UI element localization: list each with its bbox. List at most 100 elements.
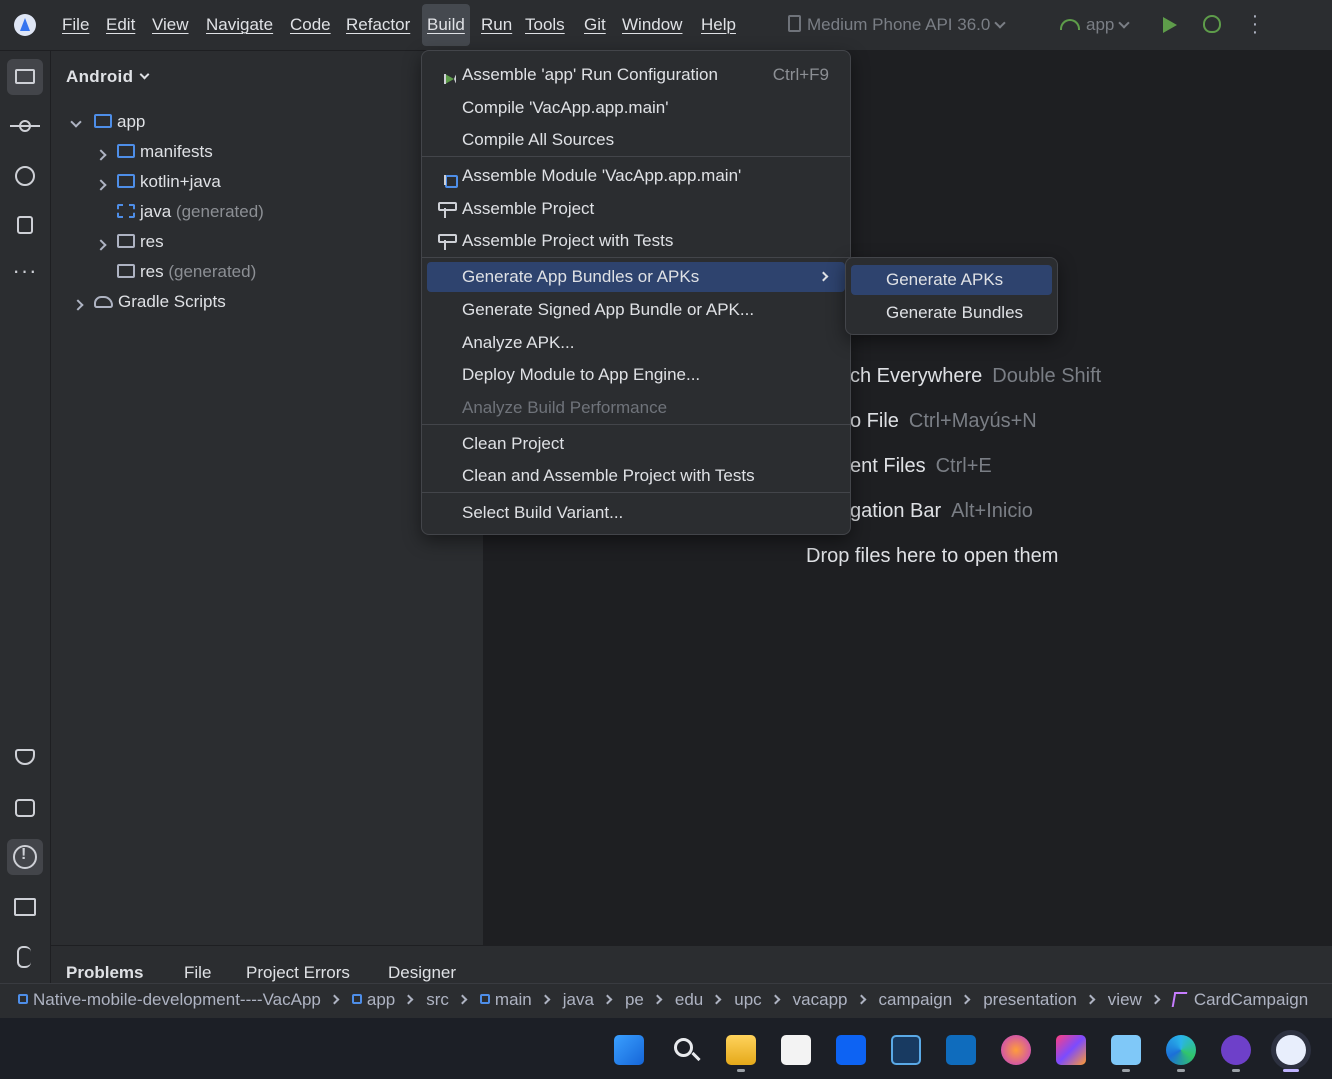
tree-node-gradle-scripts[interactable]: Gradle Scripts: [72, 292, 226, 322]
menu-item-generate-app-bundles-or-apks[interactable]: Generate App Bundles or APKs: [427, 262, 845, 292]
menu-git[interactable]: Git: [584, 15, 606, 35]
phone-icon: [788, 15, 801, 32]
tree-node-suffix: (generated): [175, 202, 264, 221]
submenu-item-generate-bundles[interactable]: Generate Bundles: [851, 298, 1052, 328]
run-icon[interactable]: [1163, 17, 1177, 33]
breadcrumb-item[interactable]: edu: [675, 990, 703, 1010]
structure-icon[interactable]: [7, 208, 43, 244]
virtualbox-icon[interactable]: [891, 1035, 921, 1065]
menu-item-analyze-apk[interactable]: Analyze APK...: [427, 328, 845, 358]
menu-item-assemble-app-run-config[interactable]: Assemble 'app' Run Configuration Ctrl+F9: [427, 60, 845, 90]
menu-item-deploy-app-engine[interactable]: Deploy Module to App Engine...: [427, 360, 845, 390]
hint-navigation-bar: gation Bar Alt+Inicio: [850, 500, 1033, 523]
device-label: Medium Phone API 36.0: [807, 15, 991, 34]
run-configuration-selector[interactable]: app: [1060, 15, 1131, 35]
problems-icon[interactable]: [7, 839, 43, 875]
menu-tools[interactable]: Tools: [525, 15, 565, 35]
github-desktop-icon[interactable]: [1221, 1035, 1251, 1072]
search-icon[interactable]: [671, 1035, 701, 1065]
device-selector[interactable]: Medium Phone API 36.0: [788, 15, 1007, 35]
tree-node-label: java: [140, 202, 172, 221]
chevron-right-icon[interactable]: [72, 299, 84, 311]
version-control-icon[interactable]: [7, 939, 43, 975]
tab-project-errors[interactable]: Project Errors: [246, 963, 350, 983]
menu-help[interactable]: Help: [701, 15, 736, 35]
breadcrumb-item[interactable]: vacapp: [793, 990, 848, 1010]
breadcrumb-item[interactable]: campaign: [879, 990, 953, 1010]
menu-edit[interactable]: Edit: [106, 15, 135, 35]
project-view-selector[interactable]: Android: [66, 67, 150, 87]
menu-item-compile-app-main[interactable]: Compile 'VacApp.app.main': [427, 93, 845, 123]
project-folder-icon[interactable]: [7, 59, 43, 95]
android-studio-logo-icon[interactable]: [14, 14, 36, 36]
notepad-icon[interactable]: [1111, 1035, 1141, 1072]
menu-view[interactable]: View: [152, 15, 189, 35]
breadcrumb-item[interactable]: src: [426, 990, 449, 1010]
build-dropdown-menu: Assemble 'app' Run Configuration Ctrl+F9 …: [421, 50, 851, 535]
menu-item-clean-and-assemble[interactable]: Clean and Assemble Project with Tests: [427, 461, 845, 491]
dropbox-icon[interactable]: [836, 1035, 866, 1065]
terminal-icon[interactable]: [7, 889, 43, 925]
windows-start-icon[interactable]: [614, 1035, 644, 1065]
menu-item-generate-signed-bundle[interactable]: Generate Signed App Bundle or APK...: [427, 295, 845, 325]
submenu-item-generate-apks[interactable]: Generate APKs: [851, 265, 1052, 295]
menu-file[interactable]: File: [62, 15, 89, 35]
chevron-right-icon[interactable]: [95, 179, 107, 191]
firefox-developer-icon[interactable]: [1001, 1035, 1031, 1065]
chevron-down-icon[interactable]: [70, 116, 82, 128]
menu-item-assemble-module[interactable]: Assemble Module 'VacApp.app.main': [427, 161, 845, 191]
more-tools-icon[interactable]: ···: [7, 258, 43, 294]
breadcrumb-item[interactable]: CardCampaign: [1171, 990, 1308, 1010]
tree-node-kotlin-java[interactable]: kotlin+java: [95, 172, 221, 202]
tree-node-label: app: [117, 112, 146, 131]
gemini-icon[interactable]: [7, 739, 43, 775]
resource-manager-icon[interactable]: [7, 158, 43, 194]
microsoft-store-icon[interactable]: [781, 1035, 811, 1065]
menu-build[interactable]: Build: [422, 4, 470, 46]
menu-separator: [422, 257, 850, 258]
breadcrumb-item[interactable]: main: [479, 990, 532, 1010]
breadcrumb-item[interactable]: upc: [734, 990, 761, 1010]
chevron-right-icon[interactable]: [95, 149, 107, 161]
project-view-label: Android: [66, 67, 134, 86]
tree-node-app[interactable]: app: [70, 112, 146, 142]
edge-icon[interactable]: [1166, 1035, 1196, 1072]
tab-file[interactable]: File: [184, 963, 211, 983]
menu-item-compile-all-sources[interactable]: Compile All Sources: [427, 125, 845, 155]
tree-node-java-generated[interactable]: java (generated): [117, 202, 264, 232]
menu-separator: [422, 424, 850, 425]
more-vertical-icon[interactable]: · · ·: [1246, 6, 1264, 42]
tab-problems[interactable]: Problems: [66, 963, 143, 983]
commit-icon[interactable]: [7, 108, 43, 144]
chevron-right-icon[interactable]: [95, 239, 107, 251]
android-studio-icon[interactable]: [1276, 1035, 1306, 1072]
menu-navigate[interactable]: Navigate: [206, 15, 273, 35]
menu-item-assemble-project[interactable]: Assemble Project: [427, 194, 845, 224]
tab-designer[interactable]: Designer: [388, 963, 456, 983]
breadcrumb-item[interactable]: view: [1108, 990, 1142, 1010]
menu-item-assemble-project-with-tests[interactable]: Assemble Project with Tests: [427, 226, 845, 256]
breadcrumb-item[interactable]: presentation: [983, 990, 1077, 1010]
breadcrumb-item[interactable]: pe: [625, 990, 644, 1010]
menu-item-clean-project[interactable]: Clean Project: [427, 429, 845, 459]
file-explorer-icon[interactable]: [726, 1035, 756, 1072]
tree-node-label: manifests: [140, 142, 213, 161]
jetbrains-toolbox-icon[interactable]: [1056, 1035, 1086, 1065]
tree-node-res-generated[interactable]: res (generated): [117, 262, 256, 292]
breadcrumb-item[interactable]: app: [351, 990, 395, 1010]
menu-item-select-build-variant[interactable]: Select Build Variant...: [427, 498, 845, 528]
debug-icon[interactable]: [1203, 15, 1221, 33]
tree-node-label: res: [140, 262, 164, 281]
outlook-icon[interactable]: [946, 1035, 976, 1065]
tree-node-res[interactable]: res: [95, 232, 164, 262]
hint-search-everywhere: ch Everywhere Double Shift: [850, 365, 1101, 388]
menu-run[interactable]: Run: [481, 15, 512, 35]
breadcrumb-item[interactable]: java: [563, 990, 594, 1010]
hammer-icon: [437, 200, 457, 218]
tree-node-manifests[interactable]: manifests: [95, 142, 213, 172]
menu-window[interactable]: Window: [622, 15, 682, 35]
breadcrumb-item[interactable]: Native-mobile-development----VacApp: [18, 990, 321, 1010]
logcat-icon[interactable]: [7, 790, 43, 826]
menu-refactor[interactable]: Refactor: [346, 15, 410, 35]
menu-code[interactable]: Code: [290, 15, 331, 35]
